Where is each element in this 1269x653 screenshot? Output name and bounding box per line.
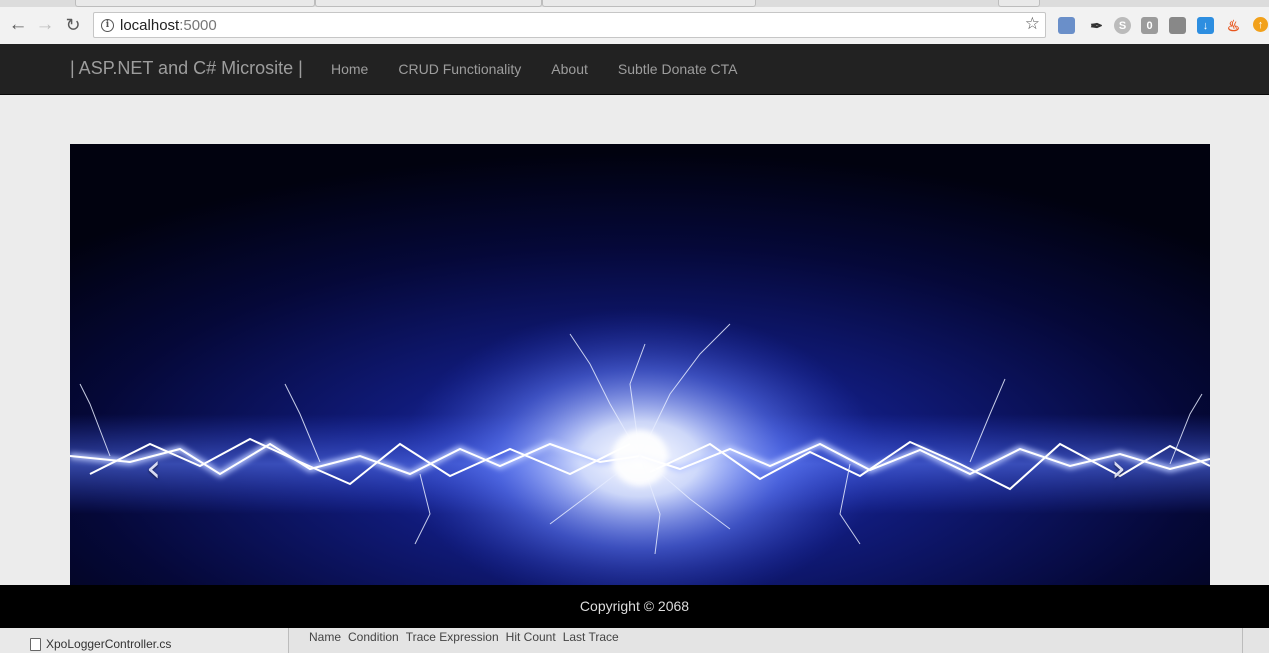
counter-extension-icon[interactable]: 0 <box>1141 17 1158 34</box>
back-icon[interactable]: ← <box>6 13 30 37</box>
browser-tab[interactable] <box>315 0 542 7</box>
image-carousel: ‹ › <box>70 144 1210 585</box>
update-extension-icon[interactable]: ↑ <box>1253 17 1268 32</box>
address-url[interactable]: localhost:5000 <box>120 17 217 34</box>
ide-panel: XpoLoggerController.cs Name Condition Tr… <box>0 628 1269 653</box>
breakpoints-header: Name Condition Trace Expression Hit Coun… <box>309 630 619 644</box>
copyright-text: Copyright © 2068 <box>579 598 690 614</box>
ide-side-panel <box>1242 628 1269 653</box>
nav-link-crud[interactable]: CRUD Functionality <box>383 44 536 94</box>
pocket-extension-icon[interactable] <box>1169 17 1186 34</box>
nav-links: Home CRUD Functionality About Subtle Don… <box>316 44 752 94</box>
chevron-right-icon[interactable]: › <box>1111 449 1126 487</box>
file-name[interactable]: XpoLoggerController.cs <box>46 637 171 651</box>
lightning-image <box>70 144 1210 585</box>
extension-badge: 0 <box>1146 19 1153 32</box>
info-icon[interactable]: i <box>101 18 114 32</box>
site-brand[interactable]: | ASP.NET and C# Microsite | <box>70 58 303 79</box>
column-header[interactable]: Last Trace <box>563 630 619 644</box>
nav-link-home[interactable]: Home <box>316 44 383 94</box>
forward-icon[interactable]: → <box>33 13 57 37</box>
url-port: :5000 <box>179 16 217 34</box>
column-header[interactable]: Trace Expression <box>406 630 499 644</box>
chevron-left-icon[interactable]: ‹ <box>146 449 161 487</box>
browser-tab[interactable] <box>542 0 756 7</box>
column-header[interactable]: Hit Count <box>506 630 556 644</box>
column-header[interactable]: Condition <box>348 630 399 644</box>
skype-extension-icon[interactable]: S <box>1114 17 1131 34</box>
nav-link-donate[interactable]: Subtle Donate CTA <box>603 44 753 94</box>
solution-explorer: XpoLoggerController.cs <box>0 628 289 653</box>
cast-extension-icon[interactable] <box>1058 17 1075 34</box>
eyedropper-extension-icon[interactable]: ✒ <box>1088 17 1105 35</box>
url-host: localhost <box>120 16 180 34</box>
site-footer: Copyright © 2068 <box>0 585 1269 628</box>
site-navbar: | ASP.NET and C# Microsite | Home CRUD F… <box>0 44 1269 95</box>
column-header[interactable]: Name <box>309 630 341 644</box>
address-bar[interactable]: i localhost:5000 ☆ <box>93 12 1046 38</box>
download-extension-icon[interactable]: ↓ <box>1197 17 1214 34</box>
star-icon[interactable]: ☆ <box>1025 14 1040 34</box>
browser-toolbar: ← → ↻ i localhost:5000 ☆ ✒ S 0 ↓ ♨ ↑ <box>0 7 1269 45</box>
fire-extension-icon[interactable]: ♨ <box>1225 17 1242 35</box>
reload-icon[interactable]: ↻ <box>61 13 85 37</box>
browser-tab[interactable] <box>75 0 315 7</box>
cs-file-icon <box>30 638 41 651</box>
new-tab-button[interactable] <box>998 0 1040 7</box>
nav-link-about[interactable]: About <box>536 44 603 94</box>
